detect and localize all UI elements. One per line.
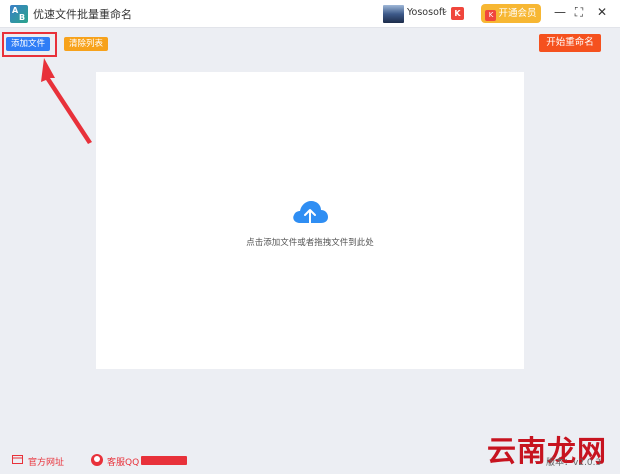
app-logo: A B — [10, 5, 28, 23]
logo-letter-a: A — [12, 6, 19, 15]
logo-letter-b: B — [19, 13, 26, 22]
version-info: 版本：v2.0.3 — [546, 455, 601, 468]
website-link[interactable]: 官方网址 — [28, 455, 64, 468]
website-icon — [12, 455, 23, 464]
version-label: 版本： — [546, 458, 574, 468]
maximize-button[interactable]: ⛶ — [571, 5, 587, 20]
cloud-upload-icon — [293, 201, 328, 226]
vip-badge-icon: K — [451, 7, 464, 20]
close-button[interactable]: ✕ — [594, 5, 610, 19]
version-number: v2.0.3 — [573, 458, 602, 468]
avatar[interactable] — [383, 5, 404, 23]
title-bar: A B 优速文件批量重命名 Yososoft ⌄ K K 开通会员 — ⛶ ✕ — [0, 0, 620, 28]
open-vip-button[interactable]: K 开通会员 — [481, 4, 541, 23]
app-title: 优速文件批量重命名 — [33, 8, 132, 21]
start-rename-button[interactable]: 开始重命名 — [539, 34, 601, 52]
file-drop-area[interactable]: 点击添加文件或者拖拽文件到此处 — [96, 72, 524, 369]
support-qq-link[interactable]: 客服QQ — [107, 455, 139, 468]
drop-hint-text: 点击添加文件或者拖拽文件到此处 — [246, 238, 374, 248]
minimize-button[interactable]: — — [552, 5, 568, 19]
open-vip-label: 开通会员 — [498, 8, 537, 19]
user-name[interactable]: Yososoft — [407, 7, 446, 18]
redacted-qq-number — [141, 456, 187, 465]
annotation-highlight-box — [2, 32, 57, 57]
chevron-down-icon[interactable]: ⌄ — [441, 6, 449, 16]
clear-list-button[interactable]: 清除列表 — [64, 37, 108, 51]
vip-icon: K — [485, 10, 497, 21]
support-qq-icon — [91, 454, 103, 466]
